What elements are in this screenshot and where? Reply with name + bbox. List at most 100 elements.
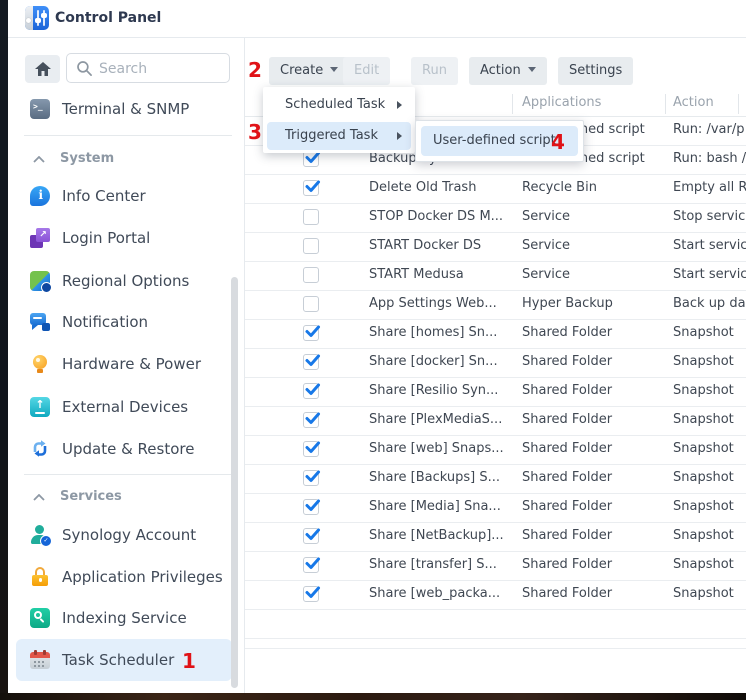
task-enabled-checkbox[interactable] (303, 354, 319, 370)
caret-down-icon (528, 67, 536, 72)
task-enabled-checkbox[interactable] (303, 470, 319, 486)
checkmark-icon (302, 410, 322, 428)
task-row[interactable]: App Settings Web...Hyper BackupBack up d… (245, 290, 746, 320)
task-row[interactable]: Share [Backups] S...Shared FolderSnapsho… (245, 464, 746, 494)
applications-cell: Shared Folder (522, 528, 612, 543)
checkmark-icon (302, 584, 322, 602)
button-label: Action (480, 63, 521, 78)
task-enabled-checkbox[interactable] (303, 499, 319, 515)
task-row[interactable]: Share [web_packa...Shared FolderSnapshot (245, 580, 746, 610)
applications-cell: Shared Folder (522, 586, 612, 601)
column-divider (665, 94, 666, 114)
task-row[interactable]: Share [PlexMediaS...Shared FolderSnapsho… (245, 406, 746, 436)
sidebar-item-label: Terminal & SNMP (62, 88, 189, 130)
sidebar-item-terminal-snmp[interactable]: Terminal & SNMP (16, 88, 232, 130)
action-cell: Snapshot (673, 557, 734, 572)
button-label: Run (422, 63, 447, 78)
task-enabled-checkbox[interactable] (303, 441, 319, 457)
sidebar-item-application-privileges[interactable]: Application Privileges (16, 556, 232, 598)
applications-cell: Shared Folder (522, 441, 612, 456)
task-enabled-checkbox[interactable] (303, 151, 319, 167)
action-cell: Run: bash / (673, 151, 746, 166)
sidebar-item-regional-options[interactable]: Regional Options (16, 260, 232, 302)
task-enabled-checkbox[interactable] (303, 180, 319, 196)
home-button[interactable] (25, 55, 60, 83)
task-enabled-checkbox[interactable] (303, 557, 319, 573)
task-enabled-checkbox[interactable] (303, 209, 319, 225)
menu-item-scheduled-task[interactable]: Scheduled Task (267, 90, 411, 120)
external-devices-icon (30, 397, 50, 417)
sidebar-item-notification[interactable]: Notification (16, 301, 232, 343)
desktop-background-left (0, 0, 8, 700)
settings-button[interactable]: Settings (558, 57, 633, 85)
column-header-applications[interactable]: Applications (522, 95, 601, 110)
task-name-cell: Share [Resilio Syn... (369, 383, 498, 398)
task-enabled-checkbox[interactable] (303, 238, 319, 254)
sidebar-scrollbar[interactable] (231, 277, 238, 688)
task-enabled-checkbox[interactable] (303, 586, 319, 602)
sidebar-item-login-portal[interactable]: Login Portal (16, 217, 232, 259)
button-label: Edit (354, 63, 379, 78)
task-enabled-checkbox[interactable] (303, 296, 319, 312)
sidebar-item-hardware-power[interactable]: Hardware & Power (16, 343, 232, 385)
sidebar-divider (24, 474, 232, 475)
task-row[interactable]: Share [Media] Sna...Shared FolderSnapsho… (245, 493, 746, 523)
sidebar-item-update-restore[interactable]: Update & Restore (16, 428, 232, 470)
sidebar-item-external-devices[interactable]: External Devices (16, 386, 232, 428)
chevron-up-icon (33, 156, 45, 163)
edit-button[interactable]: Edit (343, 57, 390, 85)
sidebar-section-system[interactable]: System (16, 147, 232, 171)
run-button[interactable]: Run (411, 57, 458, 85)
annotation-2: 2 (248, 58, 262, 82)
create-button[interactable]: Create (269, 57, 349, 85)
annotation-1: 1 (182, 649, 196, 673)
task-name-cell: Share [PlexMediaS... (369, 412, 502, 427)
task-enabled-checkbox[interactable] (303, 412, 319, 428)
menu-item-triggered-task[interactable]: Triggered Task (267, 122, 411, 150)
submenu-item-label: User-defined script (433, 133, 556, 148)
checkmark-icon (302, 468, 322, 486)
task-row[interactable]: Share [homes] Sn...Shared FolderSnapshot (245, 319, 746, 349)
task-row[interactable]: Share [transfer] S...Shared FolderSnapsh… (245, 551, 746, 581)
task-enabled-checkbox[interactable] (303, 383, 319, 399)
caret-down-icon (330, 67, 338, 72)
home-icon (35, 62, 51, 76)
task-row[interactable]: START Docker DSServiceStart servic (245, 232, 746, 262)
task-name-cell: Share [Media] Sna... (369, 499, 501, 514)
task-row[interactable]: Share [docker] Sn...Shared FolderSnapsho… (245, 348, 746, 378)
applications-cell: Shared Folder (522, 412, 612, 427)
sidebar-item-synology-account[interactable]: ✓Synology Account (16, 514, 232, 556)
action-cell: Snapshot (673, 325, 734, 340)
task-row[interactable]: STOP Docker DS M...ServiceStop servic (245, 203, 746, 233)
sidebar-section-services[interactable]: Services (16, 485, 232, 509)
sidebar-item-indexing-service[interactable]: Indexing Service (16, 597, 232, 639)
action-cell: Run: /var/p (673, 122, 744, 137)
task-row[interactable]: Share [NetBackup]...Shared FolderSnapsho… (245, 522, 746, 552)
task-name-cell: STOP Docker DS M... (369, 209, 503, 224)
action-cell: Start servic (673, 267, 746, 282)
task-row[interactable]: Share [Resilio Syn...Shared FolderSnapsh… (245, 377, 746, 407)
action-cell: Snapshot (673, 586, 734, 601)
task-name-cell: Share [homes] Sn... (369, 325, 497, 340)
action-cell: Start servic (673, 238, 746, 253)
table-footer-line (245, 648, 746, 649)
notification-icon (30, 312, 50, 332)
sidebar-item-label: Regional Options (62, 260, 189, 302)
task-enabled-checkbox[interactable] (303, 267, 319, 283)
sidebar-item-info-center[interactable]: Info Center (16, 175, 232, 217)
submenu-arrow-icon (397, 132, 402, 140)
sidebar-item-task-scheduler[interactable]: Task Scheduler (16, 639, 232, 681)
task-row[interactable]: Delete Old TrashRecycle BinEmpty all R (245, 174, 746, 204)
action-button[interactable]: Action (469, 57, 547, 85)
checkmark-icon (302, 178, 322, 196)
column-header-action[interactable]: Action (673, 95, 714, 110)
task-enabled-checkbox[interactable] (303, 528, 319, 544)
task-row[interactable]: Share [web] Snaps...Shared FolderSnapsho… (245, 435, 746, 465)
checkmark-icon (302, 381, 322, 399)
search-input[interactable] (97, 55, 227, 83)
task-enabled-checkbox[interactable] (303, 325, 319, 341)
application-privileges-icon (30, 567, 50, 587)
task-row[interactable]: START MedusaServiceStart servic (245, 261, 746, 291)
checkmark-icon (302, 497, 322, 515)
task-name-cell: Share [NetBackup]... (369, 528, 504, 543)
